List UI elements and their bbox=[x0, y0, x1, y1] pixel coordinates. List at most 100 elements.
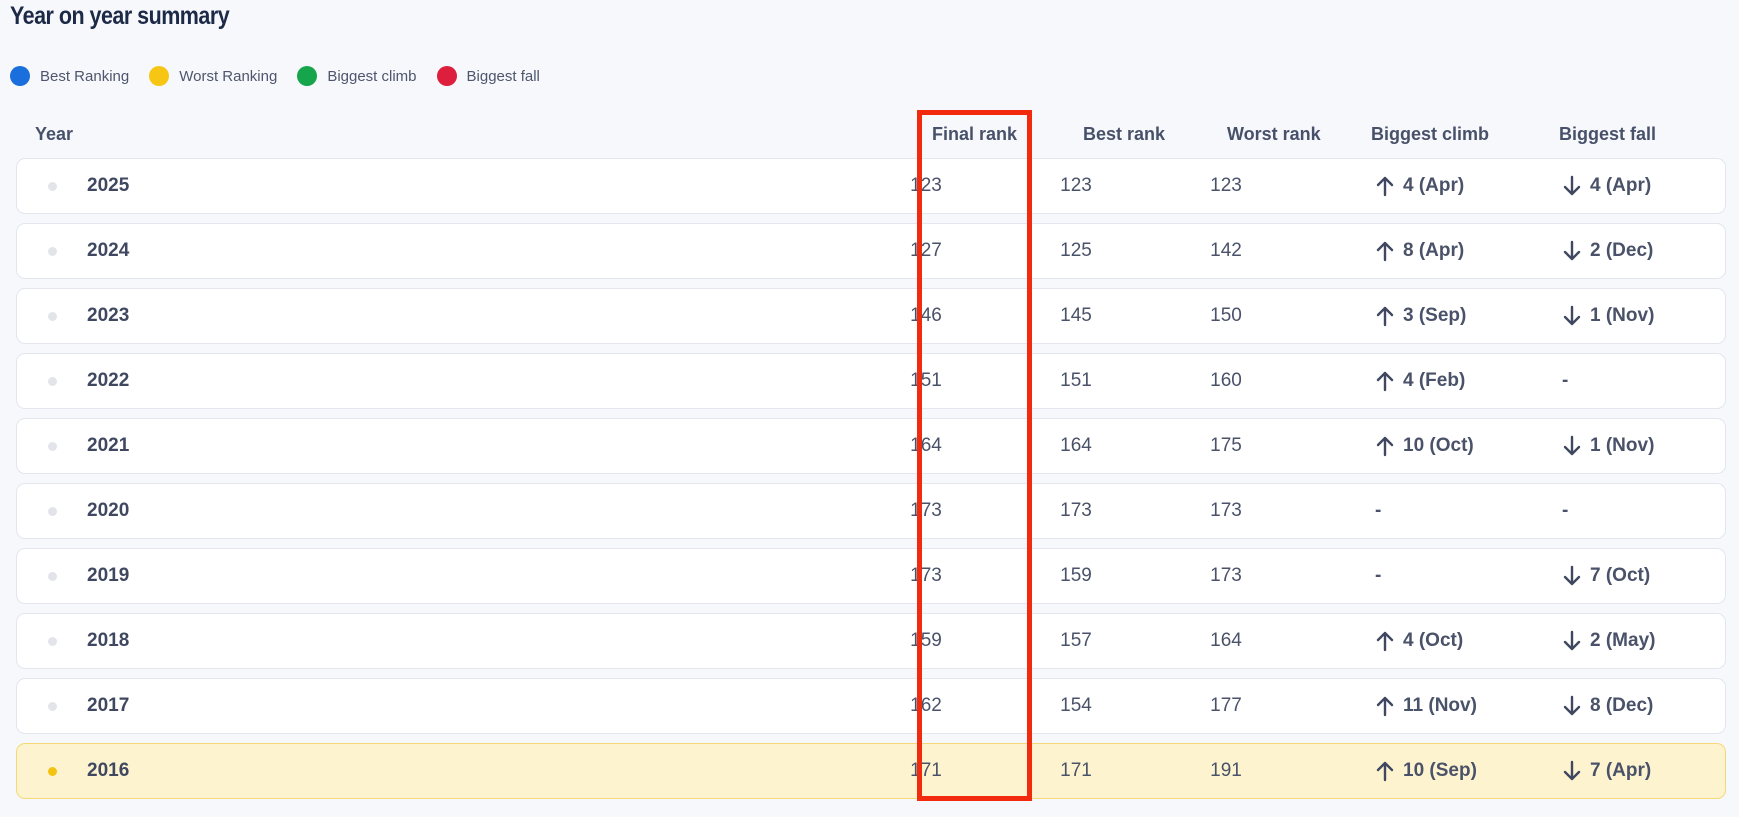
arrow-up-icon bbox=[1376, 241, 1394, 262]
climb-value: 10 (Oct) bbox=[1403, 435, 1474, 456]
worst-rank-cell: 150 bbox=[1210, 305, 1242, 326]
final-rank-cell: 123 bbox=[910, 175, 942, 196]
column-header-biggest-climb[interactable]: Biggest climb bbox=[1371, 124, 1489, 145]
arrow-up-icon bbox=[1376, 631, 1394, 652]
fall-value: 2 (Dec) bbox=[1590, 240, 1654, 261]
column-header-best-rank[interactable]: Best rank bbox=[1083, 124, 1165, 145]
best-rank-cell: 164 bbox=[1060, 435, 1092, 456]
best-rank-cell: 157 bbox=[1060, 630, 1092, 651]
year-on-year-summary-panel: Year on year summary Best Ranking Worst … bbox=[0, 0, 1739, 817]
fall-value: - bbox=[1562, 500, 1569, 521]
legend-label: Biggest fall bbox=[466, 67, 540, 85]
year-cell: 2019 bbox=[87, 565, 130, 586]
biggest-fall-cell: - bbox=[1562, 484, 1568, 538]
worst-rank-cell: 164 bbox=[1210, 630, 1242, 651]
biggest-fall-cell: 2 (Dec) bbox=[1562, 224, 1653, 278]
table-row[interactable]: 2025 123 123 123 4 (Apr) 4 (Apr) bbox=[16, 158, 1726, 214]
climb-value: 3 (Sep) bbox=[1403, 305, 1467, 326]
row-status-dot-icon bbox=[48, 312, 57, 321]
biggest-climb-cell: 4 (Oct) bbox=[1375, 614, 1463, 668]
worst-rank-cell: 142 bbox=[1210, 240, 1242, 261]
arrow-up-icon bbox=[1376, 696, 1394, 717]
column-header-worst-rank[interactable]: Worst rank bbox=[1227, 124, 1321, 145]
biggest-climb-cell: 11 (Nov) bbox=[1375, 679, 1477, 733]
worst-rank-cell: 191 bbox=[1210, 760, 1242, 781]
arrow-down-icon bbox=[1563, 435, 1581, 456]
table-row[interactable]: 2021 164 164 175 10 (Oct) 1 (Nov) bbox=[16, 418, 1726, 474]
worst-rank-cell: 173 bbox=[1210, 500, 1242, 521]
final-rank-cell: 173 bbox=[910, 565, 942, 586]
legend-item-biggest-fall: Biggest fall bbox=[436, 66, 540, 86]
column-header-biggest-fall[interactable]: Biggest fall bbox=[1559, 124, 1656, 145]
row-status-dot-icon bbox=[48, 507, 57, 516]
legend-item-worst-ranking: Worst Ranking bbox=[149, 66, 277, 86]
green-dot-icon bbox=[297, 66, 318, 86]
row-status-dot-icon bbox=[48, 182, 57, 191]
year-cell: 2018 bbox=[87, 630, 130, 651]
year-cell: 2024 bbox=[87, 240, 130, 261]
climb-value: 4 (Feb) bbox=[1403, 370, 1466, 391]
worst-rank-cell: 175 bbox=[1210, 435, 1242, 456]
fall-value: 4 (Apr) bbox=[1590, 175, 1652, 196]
biggest-climb-cell: 10 (Sep) bbox=[1375, 744, 1477, 798]
arrow-down-icon bbox=[1563, 175, 1581, 196]
table-row[interactable]: 2018 159 157 164 4 (Oct) 2 (May) bbox=[16, 613, 1726, 669]
best-rank-cell: 145 bbox=[1060, 305, 1092, 326]
worst-rank-cell: 173 bbox=[1210, 565, 1242, 586]
section-title: Year on year summary bbox=[10, 2, 230, 30]
arrow-up-icon bbox=[1376, 761, 1394, 782]
legend-item-biggest-climb: Biggest climb bbox=[297, 66, 417, 86]
column-header-final-rank[interactable]: Final rank bbox=[932, 124, 1017, 145]
best-rank-cell: 171 bbox=[1060, 760, 1092, 781]
arrow-up-icon bbox=[1376, 306, 1394, 327]
fall-value: 1 (Nov) bbox=[1590, 435, 1655, 456]
red-dot-icon bbox=[436, 66, 457, 86]
arrow-down-icon bbox=[1563, 565, 1581, 586]
best-rank-cell: 159 bbox=[1060, 565, 1092, 586]
climb-value: 4 (Oct) bbox=[1403, 630, 1464, 651]
summary-table-body: 2025 123 123 123 4 (Apr) 4 (Apr) 2024 12… bbox=[16, 158, 1726, 808]
arrow-up-icon bbox=[1376, 176, 1394, 197]
biggest-fall-cell: 1 (Nov) bbox=[1562, 419, 1654, 473]
arrow-down-icon bbox=[1563, 630, 1581, 651]
best-rank-cell: 151 bbox=[1060, 370, 1092, 391]
table-row[interactable]: 2022 151 151 160 4 (Feb) - bbox=[16, 353, 1726, 409]
arrow-up-icon bbox=[1376, 436, 1394, 457]
climb-value: 8 (Apr) bbox=[1403, 240, 1465, 261]
biggest-fall-cell: 8 (Dec) bbox=[1562, 679, 1653, 733]
year-cell: 2016 bbox=[87, 760, 130, 781]
best-rank-cell: 123 bbox=[1060, 175, 1092, 196]
biggest-climb-cell: - bbox=[1375, 484, 1381, 538]
climb-value: - bbox=[1375, 565, 1382, 586]
arrow-down-icon bbox=[1563, 305, 1581, 326]
year-cell: 2022 bbox=[87, 370, 130, 391]
row-status-dot-icon bbox=[48, 377, 57, 386]
final-rank-cell: 162 bbox=[910, 695, 942, 716]
year-cell: 2017 bbox=[87, 695, 130, 716]
year-cell: 2020 bbox=[87, 500, 130, 521]
table-row[interactable]: 2019 173 159 173 - 7 (Oct) bbox=[16, 548, 1726, 604]
worst-rank-cell: 177 bbox=[1210, 695, 1242, 716]
table-row[interactable]: 2016 171 171 191 10 (Sep) 7 (Apr) bbox=[16, 743, 1726, 799]
row-status-dot-icon bbox=[48, 702, 57, 711]
row-status-dot-icon bbox=[48, 637, 57, 646]
climb-value: 11 (Nov) bbox=[1403, 695, 1477, 716]
table-row[interactable]: 2023 146 145 150 3 (Sep) 1 (Nov) bbox=[16, 288, 1726, 344]
best-rank-cell: 125 bbox=[1060, 240, 1092, 261]
table-row[interactable]: 2017 162 154 177 11 (Nov) 8 (Dec) bbox=[16, 678, 1726, 734]
legend-label: Worst Ranking bbox=[179, 67, 278, 85]
biggest-fall-cell: 7 (Apr) bbox=[1562, 744, 1651, 798]
table-row[interactable]: 2020 173 173 173 - - bbox=[16, 483, 1726, 539]
biggest-fall-cell: 2 (May) bbox=[1562, 614, 1655, 668]
legend-label: Biggest climb bbox=[327, 67, 417, 85]
final-rank-cell: 159 bbox=[910, 630, 942, 651]
biggest-climb-cell: - bbox=[1375, 549, 1381, 603]
arrow-down-icon bbox=[1563, 695, 1581, 716]
arrow-down-icon bbox=[1563, 240, 1581, 261]
column-header-year[interactable]: Year bbox=[35, 124, 73, 145]
table-row[interactable]: 2024 127 125 142 8 (Apr) 2 (Dec) bbox=[16, 223, 1726, 279]
fall-value: 7 (Oct) bbox=[1590, 565, 1651, 586]
best-rank-cell: 173 bbox=[1060, 500, 1092, 521]
final-rank-cell: 171 bbox=[910, 760, 942, 781]
biggest-climb-cell: 10 (Oct) bbox=[1375, 419, 1474, 473]
